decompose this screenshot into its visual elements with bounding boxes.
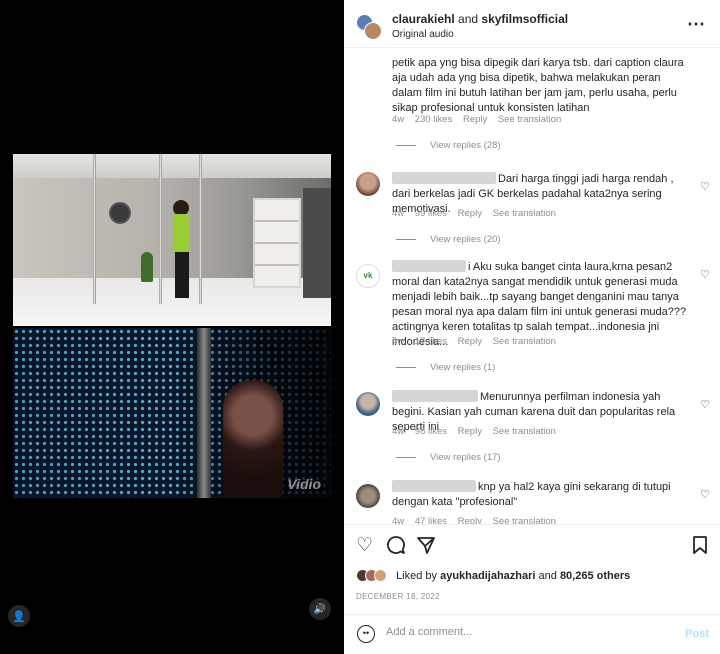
reply-button[interactable]: Reply: [463, 114, 487, 125]
collab-avatars[interactable]: [356, 14, 382, 40]
actress: [223, 380, 283, 498]
dancer: [173, 214, 189, 254]
comment-meta: 4w 99 likes Reply See translation: [392, 208, 556, 219]
vidio-watermark: Vidio: [287, 476, 321, 492]
post-date[interactable]: DECEMBER 18, 2022: [356, 592, 440, 601]
post-actions: ♡ Liked by ayukhadijahazhari and 80,265 …: [344, 524, 720, 620]
liker-link[interactable]: ayukhadijahazhari: [440, 570, 535, 582]
emoji-icon[interactable]: ••: [357, 625, 375, 643]
post-authors: claurakiehl and skyfilmsofficial: [392, 12, 569, 26]
comment-meta: 4w 17 likes Reply See translation: [392, 336, 556, 347]
comment-meta: 4w 98 likes Reply See translation: [392, 426, 556, 437]
avatar[interactable]: [356, 484, 380, 508]
likes-count[interactable]: 17 likes: [415, 336, 447, 347]
author-link[interactable]: claurakiehl: [392, 12, 455, 26]
see-translation-link[interactable]: See translation: [493, 516, 556, 524]
likes-count[interactable]: 47 likes: [415, 516, 447, 524]
view-replies-button[interactable]: View replies (17): [396, 452, 501, 463]
like-heart-icon[interactable]: ♡: [700, 488, 710, 501]
see-translation-link[interactable]: See translation: [493, 208, 556, 219]
likes-count[interactable]: 99 likes: [415, 208, 447, 219]
username-redacted[interactable]: [392, 480, 476, 492]
comment-meta: 4w 47 likes Reply See translation: [392, 516, 564, 524]
like-heart-icon[interactable]: ♡: [356, 535, 373, 557]
audio-link[interactable]: Original audio: [392, 29, 454, 40]
more-options-icon[interactable]: ⋯: [687, 14, 706, 35]
video-frame-bottom: Vidio: [13, 328, 331, 498]
reply-button[interactable]: Reply: [458, 336, 482, 347]
comment-meta: 4w 230 likes Reply See translation: [392, 114, 562, 125]
bookmark-icon[interactable]: [692, 535, 708, 561]
tagged-users-icon[interactable]: 👤: [8, 605, 30, 627]
avatar: [374, 569, 387, 582]
username-redacted[interactable]: [392, 172, 496, 184]
wall-fan: [109, 202, 131, 224]
username-redacted[interactable]: [392, 390, 478, 402]
like-heart-icon[interactable]: ♡: [700, 398, 710, 411]
view-replies-button[interactable]: View replies (1): [396, 362, 495, 373]
see-translation-link[interactable]: See translation: [493, 336, 556, 347]
username-redacted[interactable]: [392, 260, 466, 272]
comments-list[interactable]: petik apa yng bisa dipegik dari karya ts…: [344, 48, 720, 524]
reply-button[interactable]: Reply: [458, 426, 482, 437]
comment-bubble-icon[interactable]: [386, 535, 406, 561]
view-replies-button[interactable]: View replies (28): [396, 140, 501, 151]
others-likes-link[interactable]: 80,265 others: [560, 570, 630, 582]
audio-toggle-icon[interactable]: 🔊: [309, 598, 331, 620]
see-translation-link[interactable]: See translation: [493, 426, 556, 437]
avatar[interactable]: [356, 172, 380, 196]
reply-button[interactable]: Reply: [458, 516, 482, 524]
avatar[interactable]: [364, 22, 382, 40]
post-header: claurakiehl and skyfilmsofficial Origina…: [344, 0, 720, 48]
avatar[interactable]: [356, 392, 380, 416]
author-link[interactable]: skyfilmsofficial: [481, 12, 568, 26]
reply-button[interactable]: Reply: [458, 208, 482, 219]
likes-count[interactable]: 98 likes: [415, 426, 447, 437]
post-sidebar: claurakiehl and skyfilmsofficial Origina…: [344, 0, 720, 654]
like-heart-icon[interactable]: ♡: [700, 180, 710, 193]
likes-count[interactable]: 230 likes: [415, 114, 453, 125]
comment-text: i Aku suka banget cinta laura,krna pesan…: [392, 261, 687, 348]
comment-text: petik apa yng bisa dipegik dari karya ts…: [392, 57, 684, 114]
likes-summary: Liked by ayukhadijahazhari and 80,265 ot…: [356, 569, 630, 582]
share-send-icon[interactable]: [416, 535, 436, 561]
avatar[interactable]: vk: [356, 264, 380, 288]
add-comment-bar: •• Post: [344, 614, 720, 654]
see-translation-link[interactable]: See translation: [498, 114, 561, 125]
video-frame-top: [13, 154, 331, 326]
like-heart-icon[interactable]: ♡: [700, 268, 710, 281]
comment-input[interactable]: [386, 626, 666, 638]
post-button[interactable]: Post: [685, 628, 709, 640]
view-replies-button[interactable]: View replies (20): [396, 234, 501, 245]
post-media[interactable]: Vidio 👤 🔊: [0, 0, 344, 654]
